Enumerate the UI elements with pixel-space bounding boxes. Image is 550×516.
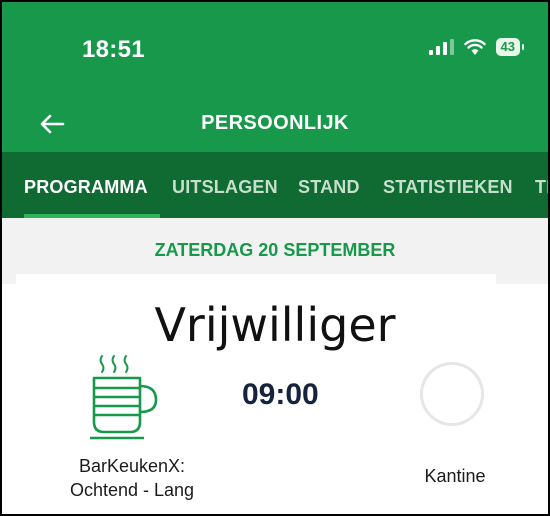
phone-screen: 18:51 43 PERSOONLIJK PROGRAMMA UITSLAGEN… [0, 0, 550, 516]
status-icons: 43 [428, 38, 525, 56]
app-bar: PERSOONLIJK [2, 100, 548, 152]
page-title: PERSOONLIJK [201, 112, 349, 134]
activity-label: BarKeukenX: Ochtend - Lang [42, 454, 222, 502]
event-time: 09:00 [242, 378, 319, 411]
overlay-label: Vrijwilliger [154, 298, 396, 352]
status-time: 18:51 [82, 36, 145, 63]
tab-stand[interactable]: STAND [298, 177, 360, 198]
activity-label-line2: Ochtend - Lang [69, 480, 195, 500]
location-label: Kantine [424, 466, 486, 486]
coffee-cup-icon [90, 355, 158, 440]
tab-bar: PROGRAMMA UITSLAGEN STAND STATISTIEKEN T… [2, 152, 548, 218]
tab-uitslagen[interactable]: UITSLAGEN [172, 177, 278, 198]
tab-statistieken[interactable]: STATISTIEKEN [383, 177, 513, 198]
date-label: ZATERDAG 20 SEPTEMBER [154, 240, 396, 260]
activity-label-line1: BarKeukenX: [78, 456, 186, 476]
signal-icon [428, 39, 454, 55]
circle-placeholder-icon [420, 362, 484, 426]
tab-programma[interactable]: PROGRAMMA [24, 177, 148, 198]
status-bar: 18:51 43 [2, 2, 548, 100]
tab-te[interactable]: TE [535, 177, 548, 198]
wifi-icon [463, 39, 486, 55]
battery-icon: 43 [495, 38, 525, 56]
